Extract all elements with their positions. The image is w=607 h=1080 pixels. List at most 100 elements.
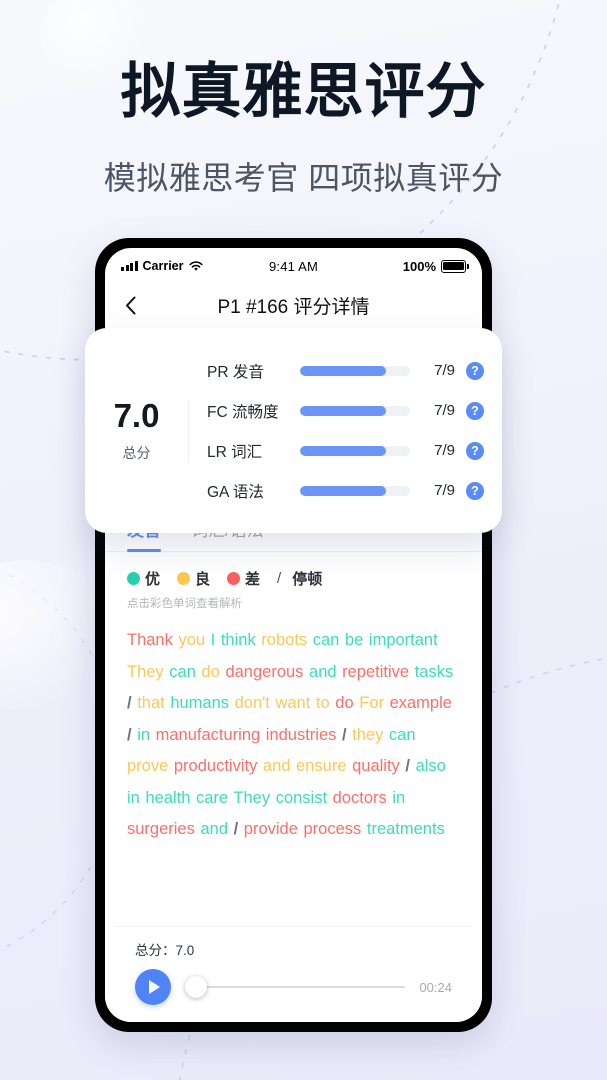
transcript-word[interactable]: health [145,789,190,807]
legend-item-poor: 差 [227,568,260,589]
transcript-word[interactable]: example [390,694,452,712]
page-title: 拟真雅思评分 [120,58,487,125]
score-row-label: PR 发音 [207,363,264,381]
question-mark-icon[interactable]: ? [466,401,484,420]
transcript-word[interactable]: they [352,726,383,744]
score-row-value: 7/9 [434,442,455,459]
transcript-word[interactable]: and [263,757,291,775]
transcript-word[interactable]: process [304,820,362,838]
score-row: LR 词汇 7/9? [207,431,484,471]
score-row-value: 7/9 [434,402,455,419]
transcript-word[interactable]: quality [352,757,400,775]
status-bar-left: Carrier [121,259,269,273]
score-progress-bar [300,405,410,416]
chevron-left-icon [125,296,135,314]
transcript-word[interactable]: productivity [174,757,257,775]
transcript-word[interactable]: also [416,757,446,775]
player-controls: 00:24 [135,969,452,1005]
transcript-word[interactable]: repetitive [342,663,409,681]
transcript-word[interactable]: provide [244,820,298,838]
transcript-word[interactable]: can [389,726,416,744]
legend-label-fair: 良 [195,571,211,588]
nav-bar: P1 #166 评分详情 [105,284,482,326]
transcript-word[interactable]: that [137,694,165,712]
transcript-word[interactable]: and [309,663,337,681]
transcript-word[interactable]: can [313,631,340,649]
legend-label-pause: 停顿 [292,571,323,588]
transcript-word[interactable]: humans [170,694,229,712]
transcript-word[interactable]: be [345,631,363,649]
transcript-word[interactable]: want [275,694,310,712]
transcript-word[interactable]: consist [276,789,327,807]
transcript-pause-mark: / [127,725,132,744]
signal-bars-icon [121,261,138,271]
audio-player: 总分：7.0 00:24 [115,926,472,1012]
slider-knob[interactable] [185,976,207,998]
score-progress-bar [300,485,410,496]
score-breakdown-list: PR 发音 7/9? FC 流畅度 7/9? LR 词汇 7/9? GA 语法 7/9? [189,351,502,511]
transcript-word[interactable]: can [169,663,196,681]
legend-label-poor: 差 [245,571,261,588]
question-mark-icon[interactable]: ? [466,481,484,500]
transcript-word[interactable]: you [178,631,205,649]
transcript-word[interactable]: Thank [127,631,173,649]
back-button[interactable] [119,294,141,316]
transcript-word[interactable]: ensure [296,757,346,775]
transcript-word[interactable]: surgeries [127,820,195,838]
transcript-word[interactable]: don't [235,694,270,712]
transcript-word[interactable]: They [127,663,164,681]
transcript-word[interactable]: think [221,631,256,649]
legend-pause-separator: / [277,570,282,587]
question-mark-icon[interactable]: ? [466,361,484,380]
page-subtitle: 模拟雅思考官 四项拟真评分 [103,160,504,196]
overall-score-value: 7.0 [113,396,160,434]
transcript-word[interactable]: I [211,631,216,649]
transcript-pause-mark: / [233,820,239,838]
transcript-word[interactable]: manufacturing [156,726,261,744]
red-dot-icon [227,572,241,585]
transcript-word[interactable]: to [316,694,330,712]
score-progress-bar [300,365,410,376]
transcript-word[interactable]: important [369,631,438,649]
score-row-label: LR 词汇 [207,443,263,461]
transcript-word[interactable]: prove [127,757,168,775]
transcript-word[interactable]: dangerous [225,663,303,681]
status-bar-time: 9:41 AM [268,258,319,274]
score-row-label: GA 语法 [207,483,264,501]
score-row: FC 流畅度 7/9? [207,391,484,431]
score-row: GA 语法 7/9? [207,471,484,511]
overall-score-label: 总分 [122,444,151,461]
score-summary-card: 7.0 总分 PR 发音 7/9? FC 流畅度 7/9? LR 词汇 7/9? GA 语法… [85,328,502,533]
transcript-word[interactable]: in [137,726,150,744]
color-legend: 优 良 差 / 停顿 [105,552,482,589]
audio-progress-slider[interactable] [185,976,406,998]
transcript-word[interactable]: industries [266,726,337,744]
score-row-value: 7/9 [434,362,455,379]
battery-percent-label: 100% [402,258,437,274]
legend-item-good: 优 [127,568,160,589]
transcript-word[interactable]: treatments [367,820,445,838]
transcript-word[interactable]: They [233,789,270,807]
transcript-word[interactable]: doctors [333,789,387,807]
wifi-icon [188,260,203,271]
transcript-word[interactable]: care [196,789,228,807]
slider-track [185,986,406,988]
green-dot-icon [127,572,140,585]
play-button[interactable] [135,969,171,1005]
transcript-pause-mark: / [127,694,132,712]
transcript-word[interactable]: For [359,694,384,712]
legend-label-good: 优 [145,571,161,588]
transcript-word[interactable]: do [201,663,219,681]
transcript-word[interactable]: in [127,789,140,807]
transcript-word[interactable]: and [200,820,228,838]
transcript-word[interactable]: robots [261,631,307,649]
score-row-value: 7/9 [434,482,455,499]
transcript-pause-mark: / [342,725,347,744]
transcript-word[interactable]: in [392,789,405,807]
transcript-text[interactable]: Thank you I think robots can be importan… [105,611,482,846]
question-mark-icon[interactable]: ? [466,441,484,460]
transcript-word[interactable]: do [335,694,353,712]
transcript-word[interactable]: tasks [415,663,454,681]
score-progress-bar [300,445,410,456]
legend-hint: 点击彩色单词查看解析 [127,598,242,610]
